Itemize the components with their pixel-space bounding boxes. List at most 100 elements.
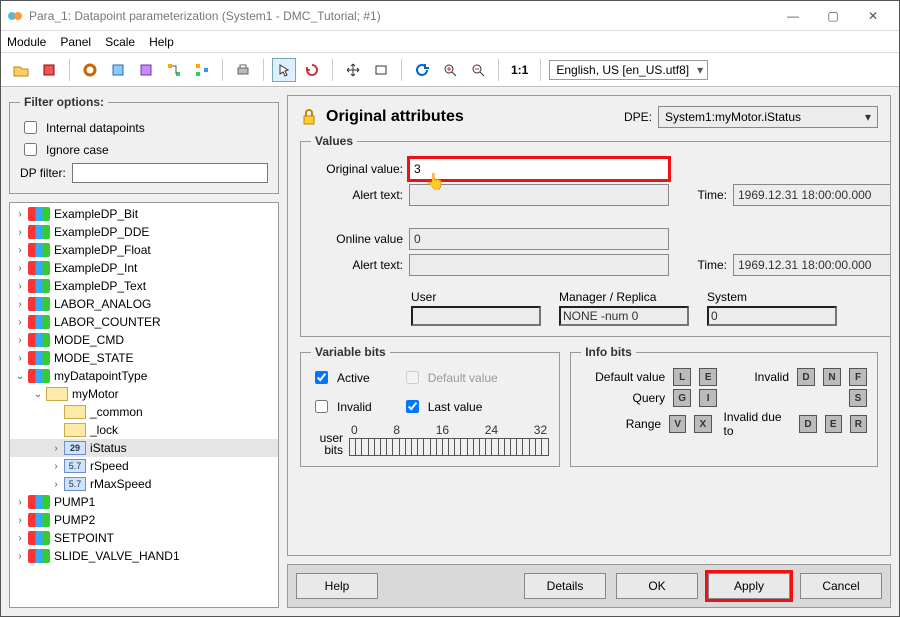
zoom-in-icon[interactable] bbox=[438, 58, 462, 82]
sq-I[interactable]: I bbox=[699, 389, 717, 407]
values-legend: Values bbox=[311, 134, 357, 148]
cancel-button[interactable]: Cancel bbox=[800, 573, 882, 599]
active-checkbox[interactable]: Active bbox=[311, 368, 372, 387]
tree-item-PUMP2[interactable]: ›PUMP2 bbox=[10, 511, 278, 529]
tree-item-ExampleDP_DDE[interactable]: ›ExampleDP_DDE bbox=[10, 223, 278, 241]
user-bits-ruler[interactable]: 0 8 16 24 32 bbox=[349, 423, 549, 456]
sq-L[interactable]: L bbox=[673, 368, 691, 386]
tree-item-SLIDE_VALVE_HAND1[interactable]: ›SLIDE_VALVE_HAND1 bbox=[10, 547, 278, 565]
last-value-input[interactable] bbox=[406, 400, 419, 413]
tree-item-label: PUMP1 bbox=[54, 495, 95, 509]
pointer-icon[interactable] bbox=[272, 58, 296, 82]
zoom-out-icon[interactable] bbox=[466, 58, 490, 82]
twisty-icon[interactable]: › bbox=[14, 533, 26, 544]
tree-item-ExampleDP_Bit[interactable]: ›ExampleDP_Bit bbox=[10, 205, 278, 223]
sq-X[interactable]: X bbox=[694, 415, 711, 433]
tree-icon-1[interactable] bbox=[162, 58, 186, 82]
open-icon[interactable] bbox=[9, 58, 33, 82]
twisty-icon[interactable]: › bbox=[14, 281, 26, 292]
rotate-icon[interactable] bbox=[300, 58, 324, 82]
twisty-icon[interactable]: › bbox=[50, 461, 62, 472]
apply-button[interactable]: Apply bbox=[708, 573, 790, 599]
twisty-icon[interactable]: › bbox=[14, 551, 26, 562]
dp-filter-input[interactable] bbox=[72, 163, 268, 183]
print-icon[interactable] bbox=[231, 58, 255, 82]
twisty-icon[interactable]: › bbox=[14, 515, 26, 526]
tree-item-rMaxSpeed[interactable]: ›5.7rMaxSpeed bbox=[10, 475, 278, 493]
last-value-checkbox[interactable]: Last value bbox=[402, 397, 498, 416]
invalid-checkbox[interactable]: Invalid bbox=[311, 397, 372, 416]
twisty-icon[interactable]: › bbox=[14, 263, 26, 274]
sq-V[interactable]: V bbox=[669, 415, 686, 433]
maximize-button[interactable]: ▢ bbox=[813, 2, 853, 30]
internal-datapoints-input[interactable] bbox=[24, 121, 37, 134]
menu-scale[interactable]: Scale bbox=[105, 35, 135, 49]
invalid-input[interactable] bbox=[315, 400, 328, 413]
tree-item-ExampleDP_Float[interactable]: ›ExampleDP_Float bbox=[10, 241, 278, 259]
tree-item-PUMP1[interactable]: › PUMP1 bbox=[10, 493, 278, 511]
sq-S[interactable]: S bbox=[849, 389, 867, 407]
tree-item-SETPOINT[interactable]: ›SETPOINT bbox=[10, 529, 278, 547]
tree-item-myDatapointType[interactable]: ⌄myDatapointType bbox=[10, 367, 278, 385]
sq-E[interactable]: E bbox=[699, 368, 717, 386]
ignore-case-checkbox[interactable]: Ignore case bbox=[20, 140, 268, 159]
original-value-input[interactable] bbox=[409, 158, 669, 180]
tree-icon-2[interactable] bbox=[190, 58, 214, 82]
sq-N[interactable]: N bbox=[823, 368, 841, 386]
user-bit-31[interactable] bbox=[542, 439, 548, 455]
menu-help[interactable]: Help bbox=[149, 35, 174, 49]
twisty-icon[interactable]: › bbox=[14, 209, 26, 220]
tree-item-myMotor[interactable]: ⌄myMotor bbox=[10, 385, 278, 403]
twisty-icon[interactable]: ⌄ bbox=[32, 389, 44, 400]
twisty-icon[interactable]: › bbox=[50, 479, 62, 490]
ignore-case-input[interactable] bbox=[24, 143, 37, 156]
tree-item-ExampleDP_Int[interactable]: ›ExampleDP_Int bbox=[10, 259, 278, 277]
tree-item-MODE_CMD[interactable]: ›MODE_CMD bbox=[10, 331, 278, 349]
internal-datapoints-checkbox[interactable]: Internal datapoints bbox=[20, 118, 268, 137]
tool-icon-2[interactable] bbox=[134, 58, 158, 82]
ibits-query-label: Query bbox=[581, 391, 665, 405]
twisty-icon[interactable]: › bbox=[14, 317, 26, 328]
gear-icon[interactable] bbox=[78, 58, 102, 82]
tree-item-ExampleDP_Text[interactable]: ›ExampleDP_Text bbox=[10, 277, 278, 295]
ok-button[interactable]: OK bbox=[616, 573, 698, 599]
tree-item-iStatus[interactable]: ›29iStatus bbox=[10, 439, 278, 457]
menu-panel[interactable]: Panel bbox=[60, 35, 91, 49]
menu-module[interactable]: Module bbox=[7, 35, 46, 49]
tree-item-LABOR_ANALOG[interactable]: ›LABOR_ANALOG bbox=[10, 295, 278, 313]
tree-item-_common[interactable]: _common bbox=[10, 403, 278, 421]
twisty-icon[interactable]: › bbox=[14, 299, 26, 310]
twisty-icon[interactable]: ⌄ bbox=[14, 371, 26, 382]
tree-item-label: LABOR_COUNTER bbox=[54, 315, 161, 329]
minimize-button[interactable]: — bbox=[773, 2, 813, 30]
sq-D[interactable]: D bbox=[797, 368, 815, 386]
rect-icon[interactable] bbox=[369, 58, 393, 82]
close-button[interactable]: ✕ bbox=[853, 2, 893, 30]
twisty-icon[interactable]: › bbox=[14, 227, 26, 238]
sq-F[interactable]: F bbox=[849, 368, 867, 386]
tree-item-MODE_STATE[interactable]: ›MODE_STATE bbox=[10, 349, 278, 367]
help-button[interactable]: Help bbox=[296, 573, 378, 599]
sq-D2[interactable]: D bbox=[799, 415, 816, 433]
sq-R[interactable]: R bbox=[850, 415, 867, 433]
twisty-icon[interactable]: › bbox=[14, 497, 26, 508]
twisty-icon[interactable]: › bbox=[50, 443, 62, 454]
tree-item-label: _common bbox=[90, 405, 143, 419]
details-button[interactable]: Details bbox=[524, 573, 606, 599]
move-icon[interactable] bbox=[341, 58, 365, 82]
twisty-icon[interactable]: › bbox=[14, 245, 26, 256]
sq-E2[interactable]: E bbox=[825, 415, 842, 433]
twisty-icon[interactable]: › bbox=[14, 335, 26, 346]
datapoint-tree[interactable]: ›ExampleDP_Bit›ExampleDP_DDE›ExampleDP_F… bbox=[9, 202, 279, 608]
dpe-combo[interactable]: System1:myMotor.iStatus bbox=[658, 106, 878, 128]
tree-item-LABOR_COUNTER[interactable]: › LABOR_COUNTER bbox=[10, 313, 278, 331]
tool-icon-1[interactable] bbox=[106, 58, 130, 82]
active-input[interactable] bbox=[315, 371, 328, 384]
sq-G[interactable]: G bbox=[673, 389, 691, 407]
twisty-icon[interactable]: › bbox=[14, 353, 26, 364]
delete-icon[interactable] bbox=[37, 58, 61, 82]
language-combo[interactable]: English, US [en_US.utf8] bbox=[549, 60, 708, 80]
refresh-icon[interactable] bbox=[410, 58, 434, 82]
tree-item-rSpeed[interactable]: ›5.7rSpeed bbox=[10, 457, 278, 475]
tree-item-_lock[interactable]: _lock bbox=[10, 421, 278, 439]
